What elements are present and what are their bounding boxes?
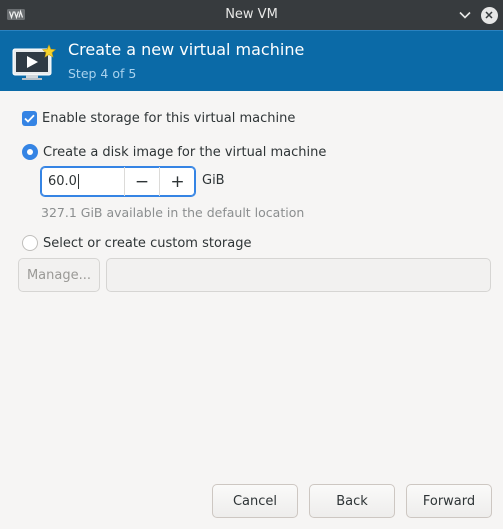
radio-unselected-icon [22,235,38,251]
decrement-button[interactable]: − [125,167,160,196]
manage-button[interactable]: Manage... [18,258,100,292]
close-icon [480,6,498,24]
disk-size-unit: GiB [202,173,225,188]
forward-button[interactable]: Forward [406,484,492,518]
back-button[interactable]: Back [309,484,395,518]
wizard-title: Create a new virtual machine [68,40,305,59]
text-caret [77,174,79,189]
cancel-button[interactable]: Cancel [212,484,298,518]
disk-size-spinbutton[interactable]: 60.0 − + [40,166,196,197]
disk-size-input[interactable]: 60.0 [41,167,125,196]
custom-storage-label: Select or create custom storage [43,235,252,251]
minimize-button[interactable] [455,5,475,25]
custom-storage-path-input[interactable] [106,258,491,292]
title-bar[interactable]: New VM [0,0,503,30]
custom-storage-radio[interactable]: Select or create custom storage [22,235,251,251]
disk-size-value: 60.0 [48,174,77,189]
enable-storage-checkbox[interactable]: Enable storage for this virtual machine [22,111,295,126]
vm-monitor-play-icon [12,44,57,80]
wizard-step: Step 4 of 5 [68,66,137,81]
checkbox-checked-icon [22,111,37,126]
window-title: New VM [225,7,278,22]
create-disk-label: Create a disk image for the virtual mach… [43,144,327,160]
wizard-header: Create a new virtual machine Step 4 of 5 [0,30,503,91]
radio-selected-icon [22,144,38,160]
create-disk-radio[interactable]: Create a disk image for the virtual mach… [22,144,326,160]
chevron-down-icon [459,11,471,19]
new-vm-window: New VM Create a new virtual machine Step… [0,0,503,529]
increment-button[interactable]: + [160,167,195,196]
available-space-text: 327.1 GiB available in the default locat… [41,205,305,220]
enable-storage-label: Enable storage for this virtual machine [42,111,296,126]
close-button[interactable] [479,5,499,25]
